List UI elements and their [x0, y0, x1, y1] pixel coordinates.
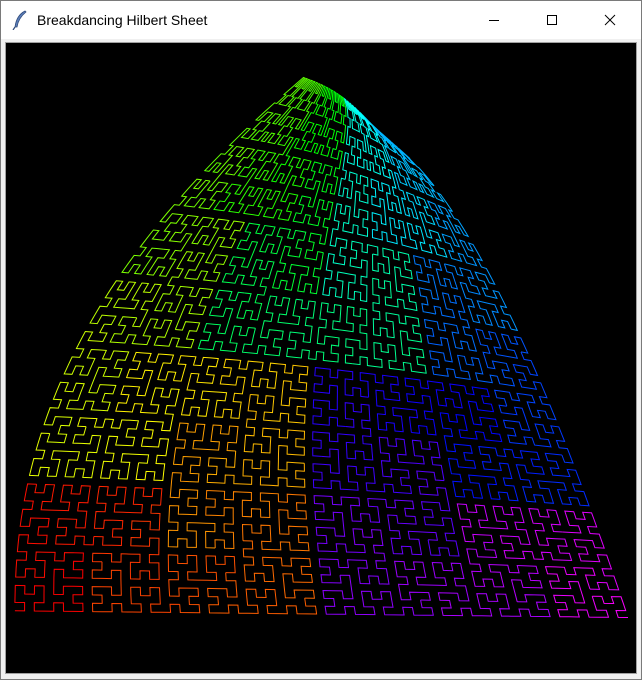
hilbert-segment — [15, 483, 75, 578]
hilbert-segment — [351, 104, 382, 176]
hilbert-segment — [173, 355, 228, 417]
hilbert-segment — [243, 394, 306, 471]
hilbert-segment — [43, 381, 117, 444]
hilbert-segment — [135, 387, 180, 482]
close-button[interactable] — [587, 1, 633, 39]
hilbert-segment — [499, 508, 573, 562]
hilbert-segment — [522, 452, 590, 507]
hilbert-segment — [109, 316, 201, 349]
hilbert-segment — [493, 351, 557, 421]
hilbert-segment — [323, 90, 347, 150]
hilbert-segment — [439, 385, 503, 443]
hilbert-segment — [236, 222, 307, 268]
hilbert-segment — [374, 127, 453, 212]
hilbert-segment — [412, 255, 459, 315]
hilbert-segment — [498, 404, 574, 464]
maximize-icon — [547, 15, 557, 25]
hilbert-segment — [313, 495, 370, 554]
maximize-button[interactable] — [529, 1, 575, 39]
hilbert-segment — [154, 251, 214, 330]
hilbert-segment — [475, 328, 529, 387]
hilbert-segment — [426, 328, 498, 384]
hilbert-segment — [91, 561, 180, 613]
hilbert-segment — [184, 218, 245, 282]
hilbert-segment — [416, 470, 460, 557]
hilbert-segment — [456, 503, 531, 546]
hilbert-segment — [478, 446, 545, 502]
hilbert-segment — [544, 566, 610, 618]
hilbert-segment — [241, 295, 301, 357]
hilbert-segment — [167, 472, 216, 549]
hilbert-segment — [63, 323, 130, 394]
minimize-icon — [489, 20, 499, 21]
hilbert-segment — [334, 240, 379, 303]
hilbert-segment — [304, 147, 343, 208]
hilbert-segment — [318, 528, 390, 585]
hilbert-segment — [205, 489, 279, 550]
hilbert-segment — [121, 178, 211, 275]
hilbert-segment — [250, 78, 314, 145]
hilbert-segment — [207, 572, 318, 615]
close-icon — [604, 14, 616, 26]
hilbert-segment — [206, 450, 306, 488]
hilbert-segment — [262, 156, 312, 221]
hilbert-segment — [172, 422, 239, 483]
minimize-button[interactable] — [471, 1, 517, 39]
hilbert-curve-drawing — [14, 76, 629, 618]
window-title: Breakdancing Hilbert Sheet — [37, 12, 208, 28]
hilbert-segment — [115, 351, 177, 414]
hilbert-segment — [197, 289, 256, 353]
hilbert-segment — [378, 436, 445, 487]
hilbert-segment — [404, 377, 465, 436]
feather-icon — [11, 10, 29, 31]
hilbert-segment — [456, 239, 519, 332]
hilbert-segment — [93, 485, 163, 547]
app-window: Breakdancing Hilbert Sheet — [0, 0, 642, 680]
hilbert-segment — [592, 595, 629, 618]
hilbert-segment — [562, 510, 620, 591]
hilbert-segment — [250, 363, 309, 424]
hilbert-segment — [437, 592, 551, 618]
hilbert-segment — [203, 76, 309, 173]
hilbert-segment — [237, 126, 294, 195]
hilbert-segment — [271, 239, 324, 295]
hilbert-segment — [318, 302, 368, 365]
hilbert-segment — [312, 448, 412, 495]
hilbert-segment — [367, 497, 439, 556]
hilbert-segment — [426, 200, 470, 261]
hilbert-segment — [213, 358, 279, 419]
hilbert-segment — [394, 560, 470, 602]
hilbert-segment — [14, 552, 84, 613]
hilbert-segment — [34, 483, 95, 546]
title-bar[interactable]: Breakdancing Hilbert Sheet — [1, 1, 641, 39]
hilbert-segment — [359, 372, 419, 433]
hilbert-segment — [423, 292, 478, 352]
hilbert-segment — [146, 214, 215, 277]
hilbert-canvas[interactable] — [5, 42, 637, 674]
